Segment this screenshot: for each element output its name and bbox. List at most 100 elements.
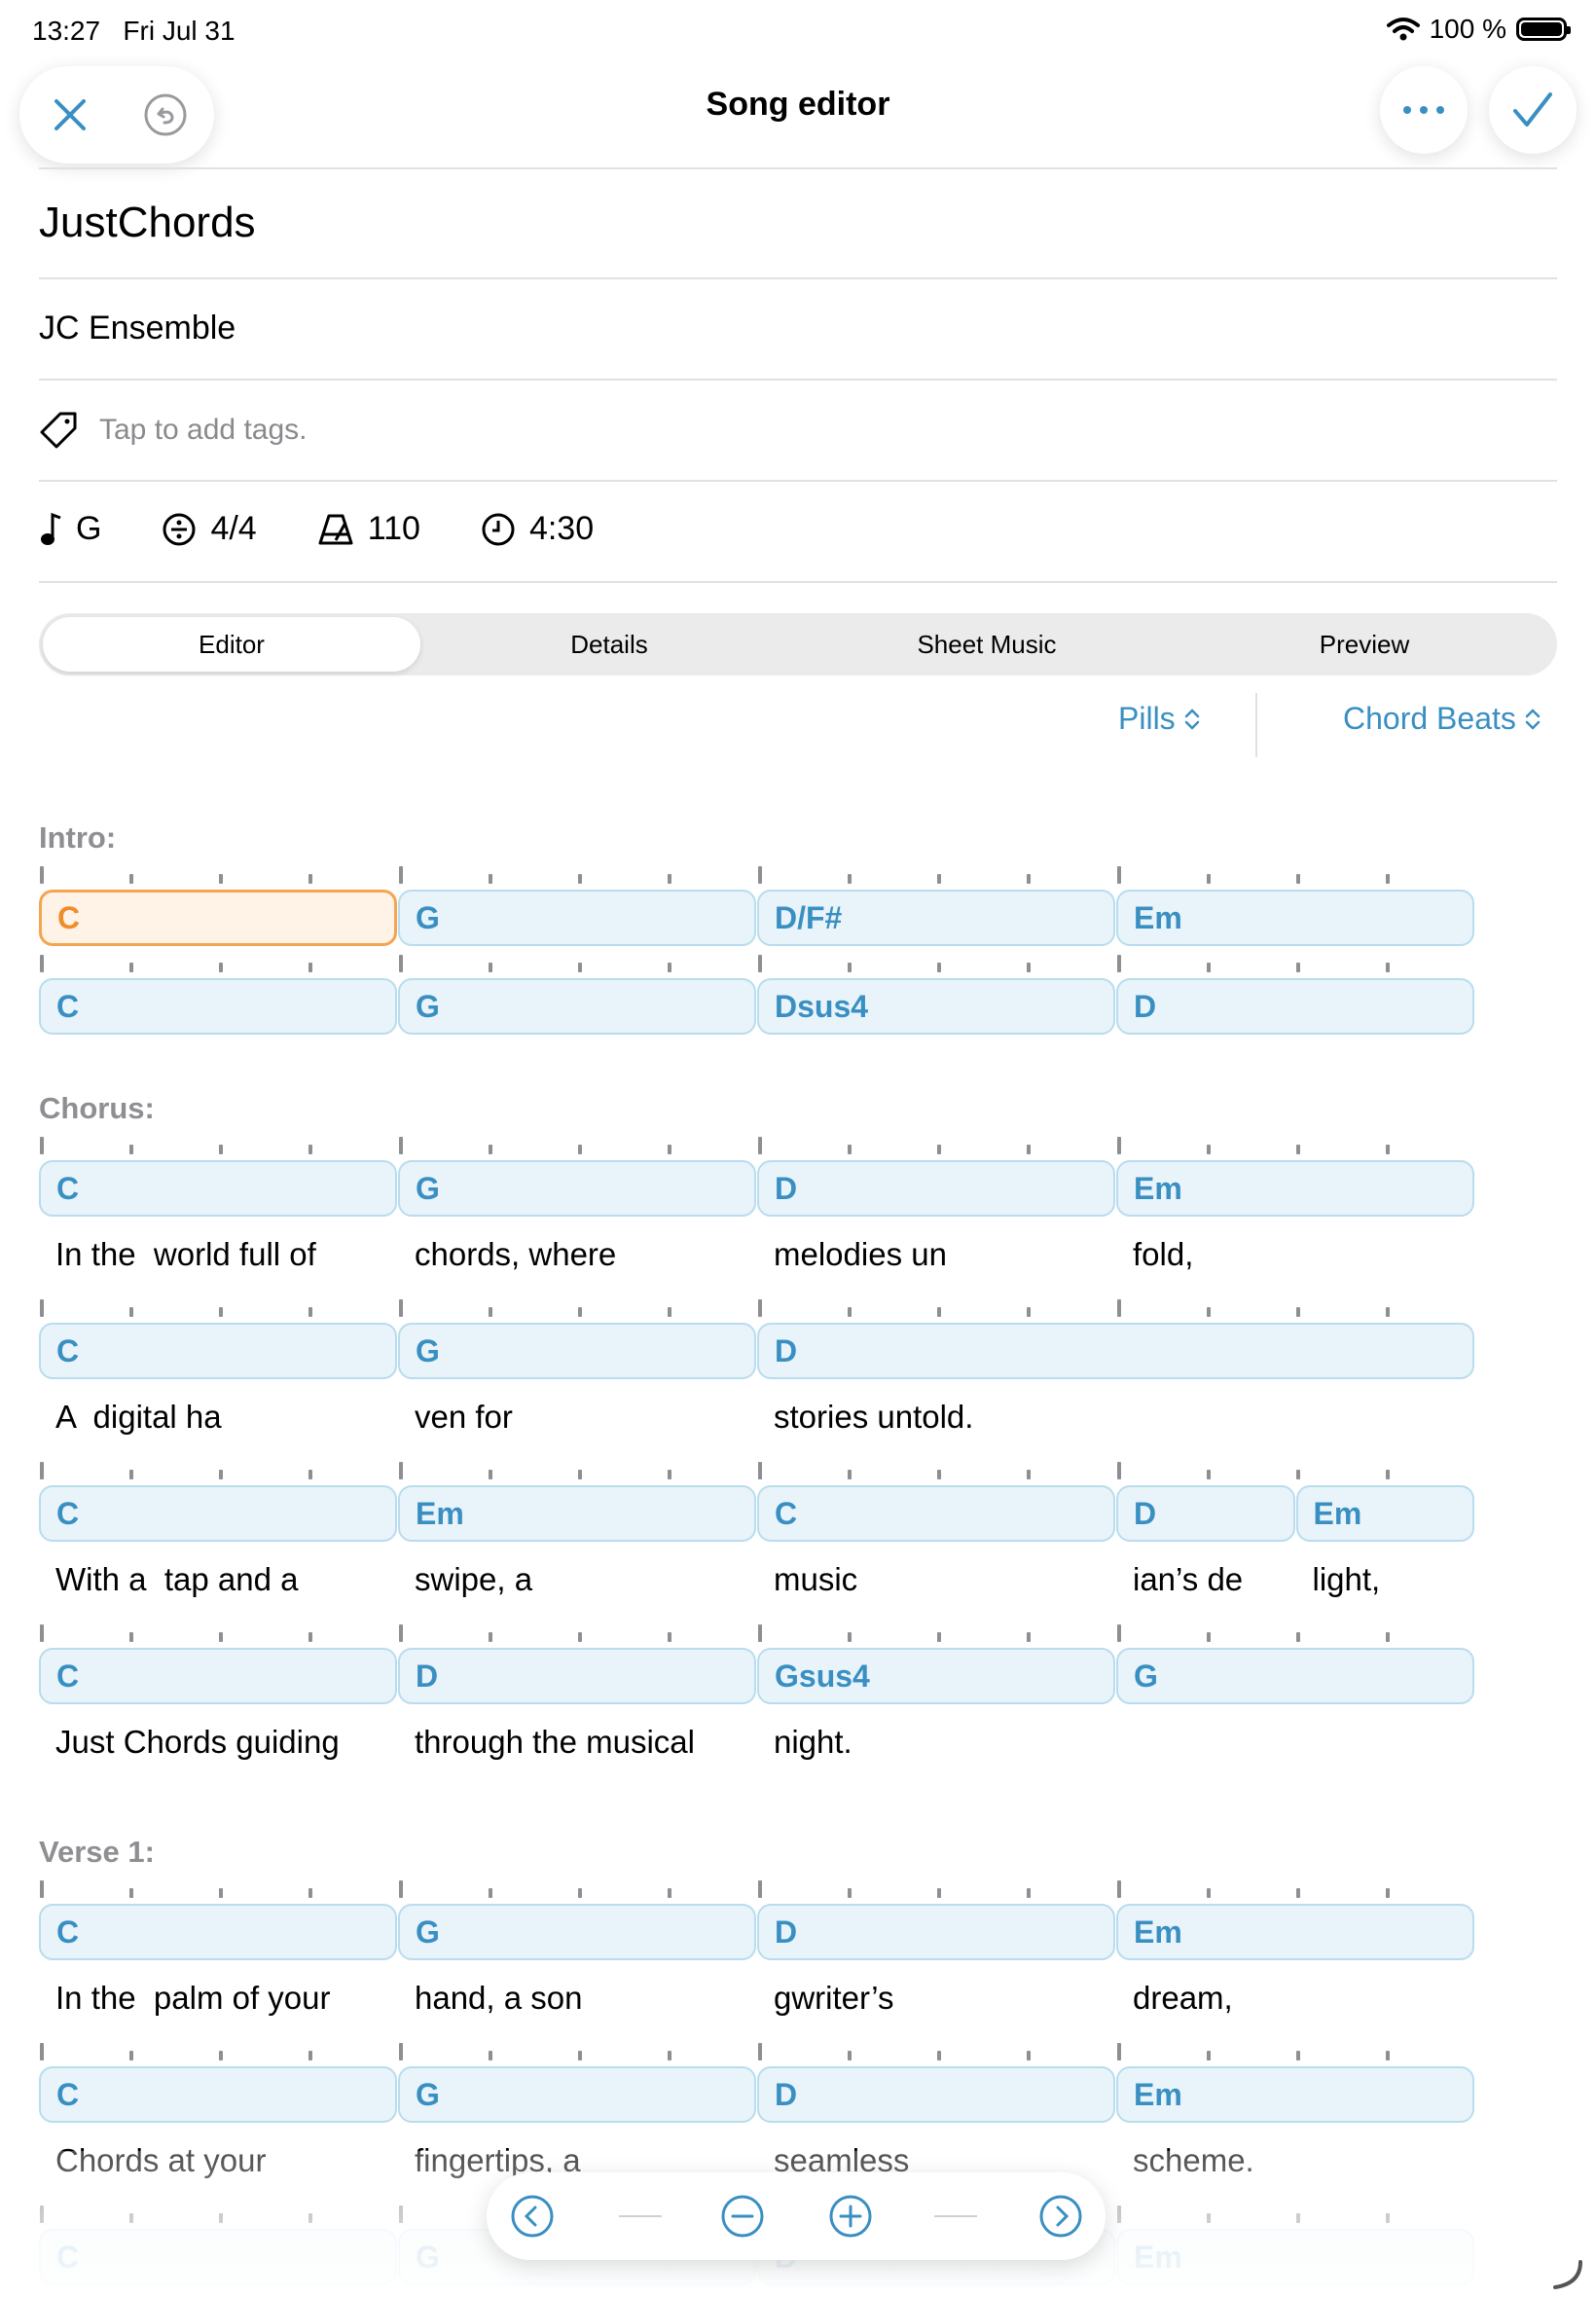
beat-tick — [668, 963, 671, 972]
chord-pill[interactable]: Em — [1116, 890, 1474, 946]
beat-tick — [489, 1307, 492, 1317]
song-title-field[interactable]: JustChords — [39, 199, 256, 247]
chord-pill[interactable]: C — [39, 2066, 397, 2123]
beat-tick — [1207, 874, 1211, 884]
chord-pill[interactable]: C — [39, 890, 397, 946]
chord-pill[interactable]: C — [39, 978, 397, 1035]
key-item[interactable]: G — [39, 510, 101, 548]
lyric-segment[interactable]: ian’s de — [1133, 1561, 1243, 1598]
chord-pill[interactable]: G — [398, 1323, 756, 1379]
duration-value: 4:30 — [528, 510, 595, 547]
lyric-segment[interactable]: swipe, a — [415, 1561, 532, 1598]
chord-pill[interactable]: G — [1116, 1648, 1474, 1704]
music-note-icon — [41, 512, 61, 545]
chord-pill[interactable]: Em — [398, 1485, 756, 1542]
lyric-segment[interactable]: Just Chords guiding — [55, 1724, 340, 1761]
lyric-segment[interactable]: stories untold. — [774, 1399, 973, 1436]
beat-tick — [1296, 1307, 1300, 1317]
lyric-segment[interactable]: With a tap and a — [55, 1561, 298, 1598]
chord-pill[interactable]: D — [1116, 978, 1474, 1035]
lyric-segment[interactable]: A digital ha — [55, 1399, 222, 1436]
chord-row: CGDEm — [39, 2066, 1479, 2123]
chord-pill[interactable]: Dsus4 — [757, 978, 1115, 1035]
chord-pill[interactable]: Gsus4 — [757, 1648, 1115, 1704]
tags-field[interactable]: Tap to add tags. — [39, 411, 308, 450]
chord-pill[interactable]: C — [39, 1485, 397, 1542]
chord-pill[interactable]: G — [398, 1904, 756, 1960]
chord-pill[interactable]: Em — [1116, 1160, 1474, 1217]
lyric-segment[interactable]: music — [774, 1561, 857, 1598]
more-button[interactable] — [1380, 66, 1468, 154]
tab-editor[interactable]: Editor — [43, 617, 420, 672]
chord-pill[interactable]: G — [398, 978, 756, 1035]
chord-pill[interactable]: C — [39, 1648, 397, 1704]
tags-placeholder: Tap to add tags. — [99, 414, 308, 446]
resize-handle-icon[interactable] — [1551, 2258, 1584, 2291]
lyric-segment[interactable]: In the palm of your — [55, 1980, 330, 2017]
more-icon — [1403, 106, 1444, 114]
tempo-item[interactable]: 110 — [317, 510, 420, 548]
chord-pill[interactable]: D — [1116, 1485, 1295, 1542]
chord-pill[interactable]: G — [398, 1160, 756, 1217]
beat-tick — [848, 1632, 852, 1642]
done-button[interactable] — [1489, 66, 1577, 154]
chord-pill[interactable]: C — [39, 1160, 397, 1217]
beat-tick — [668, 1307, 671, 1317]
lyric-segment[interactable]: ven for — [415, 1399, 513, 1436]
beat-tick — [758, 955, 762, 972]
beat-tick — [1296, 1145, 1300, 1154]
beat-tick — [129, 2051, 133, 2060]
chord-pill[interactable]: G — [398, 890, 756, 946]
beat-tick — [1027, 1145, 1031, 1154]
tag-icon — [40, 412, 77, 449]
beat-tick — [308, 2051, 312, 2060]
chord-pill[interactable]: C — [39, 1904, 397, 1960]
chord-pill[interactable]: D — [757, 2066, 1115, 2123]
edit-mode-menu[interactable]: Chord Beats — [1343, 701, 1542, 737]
beat-tick — [399, 1462, 403, 1479]
chord-pill[interactable]: Em — [1116, 2066, 1474, 2123]
chord-pill[interactable]: C — [39, 1323, 397, 1379]
display-style-menu[interactable]: Pills — [1118, 701, 1201, 737]
beat-tick — [219, 963, 223, 972]
lyric-segment[interactable]: gwriter’s — [774, 1980, 893, 2017]
chord-pill[interactable]: D/F# — [757, 890, 1115, 946]
beat-tick — [308, 1307, 312, 1317]
chord-pill[interactable]: D — [757, 1904, 1115, 1960]
chord-pill[interactable]: D — [398, 1648, 756, 1704]
chevron-up-down-icon — [1525, 708, 1541, 730]
wifi-icon — [1386, 18, 1420, 41]
chord-pill[interactable]: G — [398, 2066, 756, 2123]
lyric-segment[interactable]: In the world full of — [55, 1236, 316, 1273]
time-signature-item[interactable]: 4/4 — [162, 510, 257, 548]
beat-tick — [129, 1632, 133, 1642]
lyric-segment[interactable]: night. — [774, 1724, 852, 1761]
beat-tick — [1386, 874, 1390, 884]
artist-field[interactable]: JC Ensemble — [39, 310, 236, 347]
chord-pill[interactable]: D — [757, 1160, 1115, 1217]
divider — [39, 277, 1557, 279]
chord-pill[interactable]: D — [757, 1323, 1474, 1379]
lyric-segment[interactable]: fold, — [1133, 1236, 1193, 1273]
lyric-segment[interactable]: light, — [1313, 1561, 1381, 1598]
beat-tick — [40, 955, 44, 972]
previous-button[interactable] — [510, 2194, 555, 2239]
tab-preview[interactable]: Preview — [1176, 617, 1553, 672]
chord-pill[interactable]: C — [757, 1485, 1115, 1542]
next-button[interactable] — [1038, 2194, 1083, 2239]
lyric-segment[interactable]: dream, — [1133, 1980, 1233, 2017]
beat-tick — [40, 1299, 44, 1317]
zoom-in-button[interactable] — [828, 2194, 873, 2239]
lyric-segment[interactable]: through the musical — [415, 1724, 695, 1761]
beat-markers — [39, 1880, 1479, 1898]
lyric-segment[interactable]: chords, where — [415, 1236, 616, 1273]
chord-pill[interactable]: Em — [1116, 1904, 1474, 1960]
zoom-out-button[interactable] — [720, 2194, 765, 2239]
tab-details[interactable]: Details — [420, 617, 798, 672]
lyric-segment[interactable]: hand, a son — [415, 1980, 582, 2017]
lyric-segment[interactable]: melodies un — [774, 1236, 947, 1273]
beat-tick — [937, 963, 941, 972]
duration-item[interactable]: 4:30 — [481, 510, 594, 548]
chord-pill[interactable]: Em — [1295, 1485, 1474, 1542]
tab-sheet-music[interactable]: Sheet Music — [798, 617, 1176, 672]
